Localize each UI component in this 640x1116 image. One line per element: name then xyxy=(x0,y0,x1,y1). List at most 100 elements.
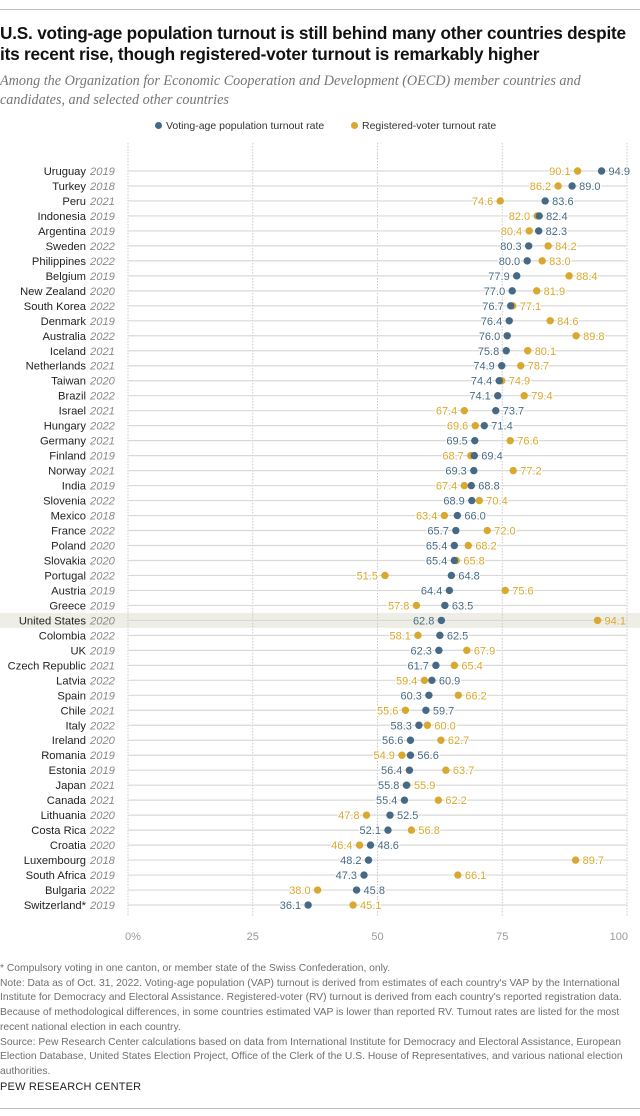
table-row: New Zealand 2020 77.0 81.9 xyxy=(20,285,627,299)
election-year-label: 2022 xyxy=(89,391,116,403)
vap-dot xyxy=(470,451,479,460)
table-row: Hungary 2022 71.4 69.6 xyxy=(44,419,627,434)
election-year-label: 2020 xyxy=(89,286,116,298)
table-row: Israel 2021 73.7 67.4 xyxy=(59,404,627,419)
table-row: Canada 2021 55.4 62.2 xyxy=(47,794,627,808)
rv-dot xyxy=(401,706,410,714)
election-year-label: 2022 xyxy=(89,630,116,642)
x-tick-label-bottom: 75 xyxy=(496,931,508,943)
vap-dot xyxy=(505,317,513,325)
chart-subtitle: Among the Organization for Economic Coop… xyxy=(0,73,581,108)
table-row: Poland 2020 65.4 68.2 xyxy=(51,539,627,554)
vap-dot xyxy=(352,886,361,894)
country-label: Finland xyxy=(49,451,86,463)
table-row: Philippines 2022 80.0 83.0 xyxy=(32,255,627,269)
election-year-label: 2021 xyxy=(89,361,115,373)
election-year-label: 2022 xyxy=(89,301,116,313)
country-label: United States xyxy=(19,615,87,627)
vap-value-label: 56.6 xyxy=(417,750,438,762)
rv-value-label: 82.0 xyxy=(509,211,530,223)
rv-value-label: 75.6 xyxy=(512,585,533,597)
election-year-label: 2019 xyxy=(89,900,115,912)
election-year-label: 2021 xyxy=(89,436,115,448)
table-row: Greece 2019 63.5 57.8 xyxy=(49,599,627,614)
rv-dot xyxy=(523,347,532,355)
vap-dot xyxy=(468,496,476,505)
vap-dot xyxy=(534,227,543,235)
bottom-divider xyxy=(0,1108,640,1109)
vap-value-label: 64.8 xyxy=(458,570,479,582)
vap-dot xyxy=(498,362,506,370)
vap-value-label: 71.4 xyxy=(491,421,512,433)
notes: * Compulsory voting in one canton, or me… xyxy=(0,962,636,1080)
rv-dot xyxy=(593,616,602,625)
rv-dot xyxy=(509,466,517,475)
country-label: Costa Rica xyxy=(31,825,86,837)
rv-value-label: 58.1 xyxy=(389,630,410,642)
rv-value-label: 69.6 xyxy=(447,421,468,433)
vap-dot xyxy=(492,406,500,415)
table-row: Belgium 2019 77.9 88.4 xyxy=(46,270,627,284)
vap-value-label: 61.7 xyxy=(407,660,428,672)
table-row: Brazil 2022 74.1 79.4 xyxy=(58,389,627,404)
vap-value-label: 69.4 xyxy=(481,451,502,463)
dot-plot-chart: Uruguay 2019 94.990.1Turkey 2018 89.086.2Per… xyxy=(0,135,640,943)
country-label: South Africa xyxy=(26,870,87,882)
vap-dot xyxy=(422,706,430,714)
vap-value-label: 47.3 xyxy=(336,870,357,882)
vap-value-label: 80.3 xyxy=(500,241,521,253)
vap-dot xyxy=(508,287,516,295)
country-label: Italy xyxy=(65,720,86,732)
vap-value-label: 83.6 xyxy=(552,196,573,208)
vap-value-label: 48.2 xyxy=(340,855,361,867)
x-tick-label-bottom: 50 xyxy=(371,931,383,943)
table-row: Denmark 2019 76.4 84.6 xyxy=(41,315,627,329)
table-row: Finland 2019 69.4 68.7 xyxy=(49,449,627,464)
vap-dot xyxy=(400,796,409,804)
election-year-label: 2022 xyxy=(89,720,116,732)
country-label: Philippines xyxy=(32,256,87,268)
election-year-label: 2022 xyxy=(89,331,116,343)
election-year-label: 2022 xyxy=(89,825,116,837)
table-row: Slovakia 2020 65.4 65.8 xyxy=(44,554,627,569)
rv-value-label: 54.9 xyxy=(374,750,395,762)
country-label: Canada xyxy=(47,795,87,807)
vap-dot xyxy=(450,556,459,565)
country-label: Brazil xyxy=(58,391,86,403)
election-year-label: 2019 xyxy=(89,870,115,882)
rv-value-label: 62.2 xyxy=(445,795,466,807)
election-year-label: 2018 xyxy=(89,511,116,523)
vap-value-label: 74.1 xyxy=(469,391,490,403)
country-label: Luxembourg xyxy=(24,855,86,867)
rv-dot xyxy=(483,526,491,535)
table-row: Japan 2021 55.8 55.9 xyxy=(56,779,627,793)
country-label: Croatia xyxy=(50,840,87,852)
rv-value-label: 74.9 xyxy=(509,376,530,388)
election-year-label: 2020 xyxy=(89,840,116,852)
vap-value-label: 60.9 xyxy=(439,675,460,687)
rv-value-label: 65.8 xyxy=(463,555,484,567)
country-label: Slovakia xyxy=(44,555,87,567)
election-year-label: 2022 xyxy=(89,570,116,582)
rv-value-label: 72.0 xyxy=(494,526,515,538)
vap-dot xyxy=(366,841,375,849)
country-label: Bulgaria xyxy=(45,885,87,897)
rv-value-label: 56.8 xyxy=(418,825,439,837)
country-label: Spain xyxy=(57,690,86,702)
vap-dot xyxy=(415,721,423,729)
country-label: Denmark xyxy=(41,316,87,328)
election-year-label: 2019 xyxy=(89,226,115,238)
table-row: Switzerland* 2019 36.1 45.1 xyxy=(24,899,627,913)
top-divider xyxy=(0,9,640,10)
vap-dot xyxy=(541,197,549,205)
table-row: Latvia 2022 60.9 59.4 xyxy=(56,674,627,689)
election-year-label: 2022 xyxy=(89,675,116,687)
vap-dot xyxy=(480,421,488,430)
table-row: Sweden 2022 80.3 84.2 xyxy=(46,240,627,254)
vap-dot xyxy=(471,436,479,445)
rv-dot xyxy=(554,182,562,190)
x-tick-label-bottom: 100 xyxy=(610,931,628,943)
country-label: Peru xyxy=(62,196,86,208)
election-year-label: 2019 xyxy=(89,645,115,657)
row-layer: Uruguay 2019 94.990.1Turkey 2018 89.086.2Per… xyxy=(8,165,632,914)
